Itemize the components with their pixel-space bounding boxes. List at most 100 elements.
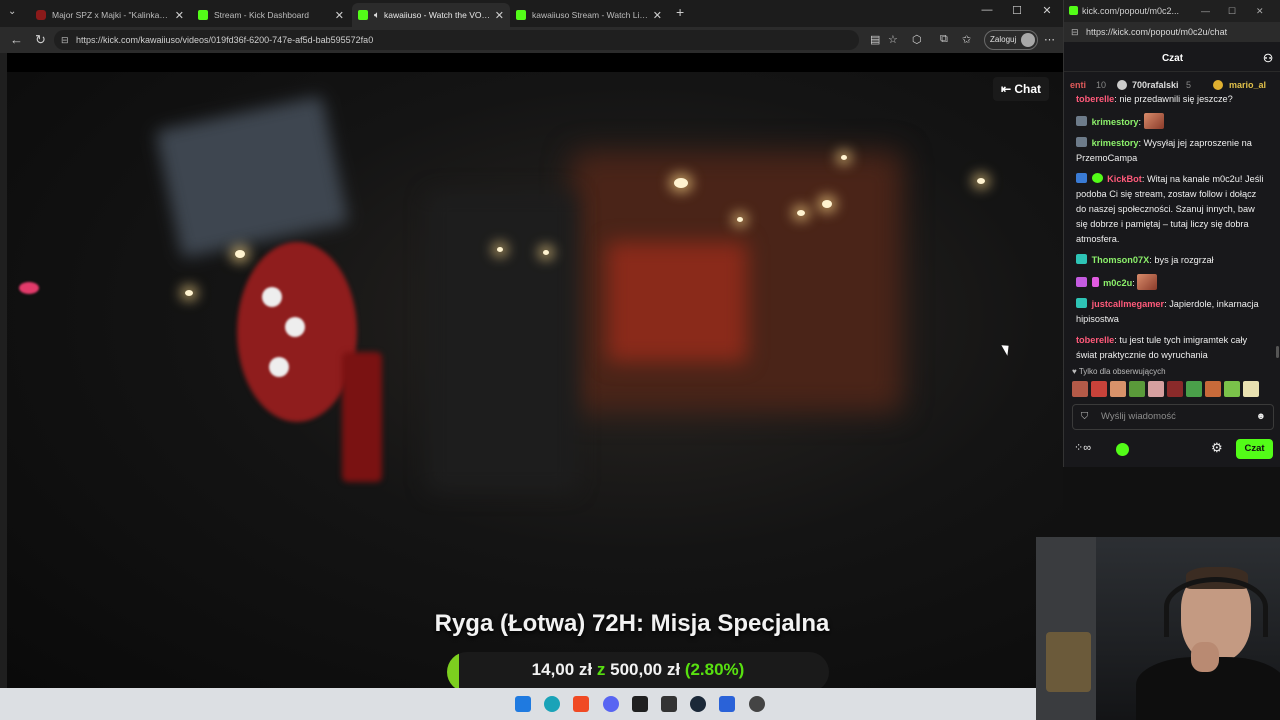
video-player[interactable]: ⇤ Chat: [7, 53, 1063, 688]
steam-icon[interactable]: [690, 696, 706, 712]
chat-url-bar[interactable]: ⊟ https://kick.com/popout/m0c2u/chat: [1064, 22, 1280, 42]
window-close-icon[interactable]: ✕: [1032, 4, 1062, 17]
chat-username[interactable]: KickBot: [1107, 174, 1142, 184]
back-icon[interactable]: ←: [10, 32, 23, 47]
close-icon[interactable]: ✕: [495, 9, 504, 22]
chat-message: m0c2u:: [1064, 272, 1276, 295]
brave-browser-icon[interactable]: [573, 696, 589, 712]
minimize-icon[interactable]: —: [1201, 0, 1210, 22]
chat-message: toberelle: tu jest tule tych imigramtek …: [1076, 335, 1248, 360]
obs-icon[interactable]: [632, 696, 648, 712]
kick-icon: [1069, 6, 1078, 15]
kick-coin-icon[interactable]: [1116, 443, 1129, 456]
emote-icon[interactable]: [1148, 381, 1164, 397]
emote-icon[interactable]: [1110, 381, 1126, 397]
minimize-icon[interactable]: —: [972, 4, 1002, 16]
new-tab-icon[interactable]: +: [676, 4, 684, 20]
chat-toggle-label: Chat: [1014, 82, 1041, 96]
emote-icon[interactable]: [1129, 381, 1145, 397]
mic-badge-icon: [1091, 277, 1099, 287]
chat-username[interactable]: toberelle: [1076, 335, 1114, 345]
followers-only-label: Tylko dla obserwujących: [1078, 367, 1166, 376]
emote-icon[interactable]: [1091, 381, 1107, 397]
epic-games-icon[interactable]: [661, 696, 677, 712]
chat-collapse-icon: ⇤: [1000, 82, 1015, 96]
chat-toggle-button[interactable]: ⇤ Chat: [992, 77, 1049, 101]
tab-title: Stream - Kick Dashboard: [214, 10, 309, 20]
goal-percent: (2.80%): [684, 660, 745, 679]
edge-browser-icon[interactable]: [544, 696, 560, 712]
reader-mode-icon[interactable]: ▤: [870, 33, 880, 46]
login-label: Zaloguj: [990, 35, 1017, 44]
collections-icon[interactable]: ⧉: [940, 33, 948, 46]
chat-username[interactable]: krimestory: [1092, 138, 1139, 148]
kick-icon: [358, 10, 368, 20]
chat-text: nie przedawnili się jeszcze?: [1119, 94, 1233, 104]
emote-icon[interactable]: [1205, 381, 1221, 397]
chat-message: justcallmegamer: Japierdole, inkarnacja …: [1076, 298, 1259, 324]
favorite-star-icon[interactable]: ☆: [888, 33, 898, 46]
emote-icon[interactable]: [1243, 381, 1259, 397]
medal-icon: [1213, 80, 1223, 90]
chat-username[interactable]: toberelle: [1076, 94, 1114, 104]
chat-popout-window: kick.com/popout/m0c2... — ☐ ✕ ⊟ https://…: [1063, 0, 1280, 467]
close-icon[interactable]: ✕: [175, 9, 184, 22]
chat-username[interactable]: m0c2u: [1103, 278, 1132, 288]
profile-avatar-icon: [1021, 33, 1035, 47]
close-icon[interactable]: ✕: [335, 9, 344, 22]
favorites-icon[interactable]: ✩: [962, 33, 971, 46]
chat-scrollbar[interactable]: [1276, 346, 1279, 358]
url-text: https://kick.com/kawaiiuso/videos/019fd3…: [76, 35, 374, 45]
maximize-icon[interactable]: ☐: [1228, 0, 1236, 22]
app-icon[interactable]: [719, 696, 735, 712]
tab-kick-dashboard[interactable]: Stream - Kick Dashboard ✕: [192, 3, 350, 27]
windows-start-icon[interactable]: [515, 696, 531, 712]
tab-kick-vod[interactable]: 🔈︎ kawaiiuso - Watch the VOD o ✕: [352, 3, 510, 27]
chat-username[interactable]: krimestory: [1092, 117, 1139, 127]
emote-icon[interactable]: [1167, 381, 1183, 397]
user-settings-icon[interactable]: ⚇: [1263, 46, 1273, 72]
emoji-icon[interactable]: ☻: [1256, 405, 1266, 429]
chat-messages: toberelle: nie przedawnili się jeszcze? …: [1064, 92, 1276, 362]
speaker-icon[interactable]: 🔈︎: [374, 10, 380, 21]
emote-quickbar: [1072, 381, 1259, 397]
tab-title: kawaiiuso Stream - Watch Live on: [532, 10, 649, 20]
tab-list-icon[interactable]: ⌄: [8, 6, 16, 17]
window-close-icon[interactable]: ✕: [1256, 0, 1264, 22]
chat-send-button[interactable]: Czat: [1236, 439, 1273, 459]
login-button[interactable]: Zaloguj: [984, 30, 1038, 50]
emote-icon[interactable]: [1224, 381, 1240, 397]
bot-badge-icon: [1076, 173, 1087, 183]
chat-username[interactable]: Thomson07X: [1092, 255, 1150, 265]
leader-name: mario_al: [1229, 80, 1267, 90]
tab-youtube[interactable]: Major SPZ x Majki - "Kalinka" - Yo ✕: [30, 3, 190, 27]
browser-window: ⌄ Major SPZ x Majki - "Kalinka" - Yo ✕ S…: [0, 0, 1063, 688]
channel-points-icon[interactable]: ⁘∞: [1074, 441, 1091, 454]
chat-message-input[interactable]: ⛉ Wyślij wiadomość ☻: [1072, 404, 1274, 430]
discord-icon[interactable]: [603, 696, 619, 712]
webcam-feed: [1036, 537, 1280, 720]
address-bar: ← ↻ ⊟ https://kick.com/kawaiiuso/videos/…: [0, 27, 1063, 53]
chat-message: KickBot: Witaj na kanale m0c2u! Jeśli po…: [1076, 173, 1264, 244]
followers-only-notice: ♥ Tylko dla obserwujących: [1072, 367, 1166, 376]
subscriber-badge-icon: [1076, 137, 1087, 147]
chat-username[interactable]: justcallmegamer: [1092, 299, 1165, 309]
goal-current: 14,00 zł: [531, 660, 593, 679]
chat-text: Witaj na kanale m0c2u! Jeśli podoba Ci s…: [1076, 174, 1264, 244]
chat-settings-icon[interactable]: ⚙: [1211, 440, 1223, 456]
site-info-icon[interactable]: ⊟: [61, 30, 69, 50]
video-frame: [7, 72, 1063, 688]
tab-kick-live[interactable]: kawaiiuso Stream - Watch Live on ✕: [510, 3, 668, 27]
extensions-icon[interactable]: ⬡: [912, 33, 922, 46]
more-menu-icon[interactable]: ⋯: [1044, 33, 1055, 46]
url-field[interactable]: ⊟ https://kick.com/kawaiiuso/videos/019f…: [54, 30, 859, 50]
emote-icon[interactable]: [1186, 381, 1202, 397]
close-icon[interactable]: ✕: [653, 9, 662, 22]
emote-icon[interactable]: [1072, 381, 1088, 397]
maximize-icon[interactable]: ☐: [1002, 4, 1032, 17]
app-icon[interactable]: [749, 696, 765, 712]
reload-icon[interactable]: ↻: [35, 32, 46, 48]
chat-window-title: kick.com/popout/m0c2...: [1082, 6, 1180, 16]
site-info-icon[interactable]: ⊟: [1071, 22, 1079, 42]
leader-name: 700rafalski: [1132, 80, 1179, 90]
